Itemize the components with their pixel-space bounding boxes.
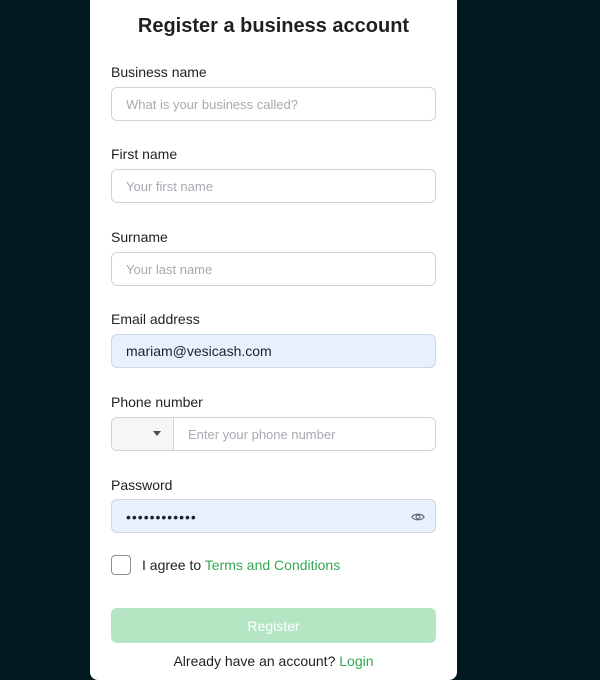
password-input[interactable]: •••••••••••• — [111, 499, 436, 533]
register-button[interactable]: Register — [111, 608, 436, 643]
phone-label: Phone number — [111, 394, 203, 410]
register-card: Register a business account Business nam… — [90, 0, 457, 680]
surname-input[interactable] — [111, 252, 436, 286]
terms-text: I agree to Terms and Conditions — [142, 557, 340, 574]
page-title: Register a business account — [137, 15, 410, 37]
email-input[interactable] — [111, 334, 436, 368]
terms-checkbox[interactable] — [111, 555, 131, 575]
password-value: •••••••••••• — [126, 509, 197, 525]
eye-icon[interactable] — [411, 510, 425, 524]
surname-label: Surname — [111, 229, 168, 245]
phone-input[interactable] — [174, 418, 435, 450]
first-name-label: First name — [111, 146, 178, 162]
business-name-label: Business name — [111, 64, 207, 80]
login-link[interactable]: Login — [339, 653, 373, 669]
terms-link[interactable]: Terms and Conditions — [205, 557, 340, 573]
phone-field — [111, 417, 436, 451]
login-prompt-text: Already have an account? — [173, 653, 340, 669]
login-prompt: Already have an account? Login — [90, 653, 457, 670]
business-name-input[interactable] — [111, 87, 436, 121]
password-label: Password — [111, 477, 173, 493]
chevron-down-icon — [153, 431, 161, 436]
country-code-select[interactable] — [112, 418, 174, 450]
email-label: Email address — [111, 311, 200, 327]
first-name-input[interactable] — [111, 169, 436, 203]
terms-prefix: I agree to — [142, 557, 205, 573]
